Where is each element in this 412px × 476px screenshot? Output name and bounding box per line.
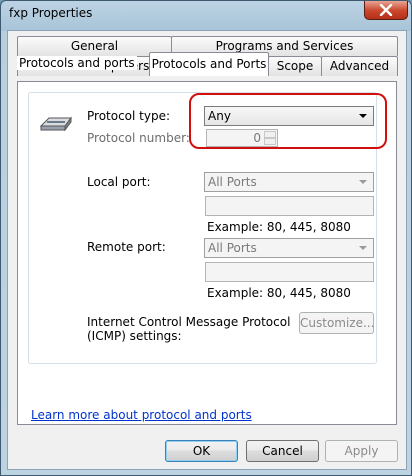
window-title: fxp Properties [9,6,93,20]
local-port-example: Example: 80, 445, 8080 [207,220,351,234]
tab-advanced[interactable]: Advanced [321,56,398,76]
apply-button[interactable]: Apply [325,440,398,462]
protocol-number-label: Protocol number: [87,131,190,145]
ok-button[interactable]: OK [165,440,238,462]
properties-window: fxp Properties General Programs and Serv… [0,0,412,476]
close-button[interactable] [364,1,408,20]
icmp-label-line1: Internet Control Message Protocol [87,315,291,329]
tab-scope[interactable]: Scope [268,56,322,76]
remote-port-input[interactable] [205,262,374,282]
highlight-annotation [189,93,387,149]
local-port-dropdown[interactable]: All Ports [204,172,374,192]
group-title: Protocols and ports [17,56,137,70]
remote-port-example: Example: 80, 445, 8080 [207,286,351,300]
tab-protocols-and-ports[interactable]: Protocols and Ports [149,52,269,76]
remote-port-dropdown[interactable]: All Ports [204,238,374,258]
local-port-value: All Ports [208,175,257,189]
chevron-down-icon [359,180,367,184]
remote-port-value: All Ports [208,241,257,255]
local-port-input[interactable] [205,196,374,216]
cancel-button[interactable]: Cancel [246,440,319,462]
close-icon [379,4,393,16]
remote-port-label: Remote port: [87,240,166,254]
icmp-label-line2: (ICMP) settings: [87,329,182,343]
customize-button[interactable]: Customize... [299,312,374,334]
network-plug-icon [39,116,72,132]
protocol-type-label: Protocol type: [87,109,171,123]
local-port-label: Local port: [87,175,151,189]
chevron-down-icon [359,246,367,250]
learn-more-link[interactable]: Learn more about protocol and ports [31,408,252,422]
